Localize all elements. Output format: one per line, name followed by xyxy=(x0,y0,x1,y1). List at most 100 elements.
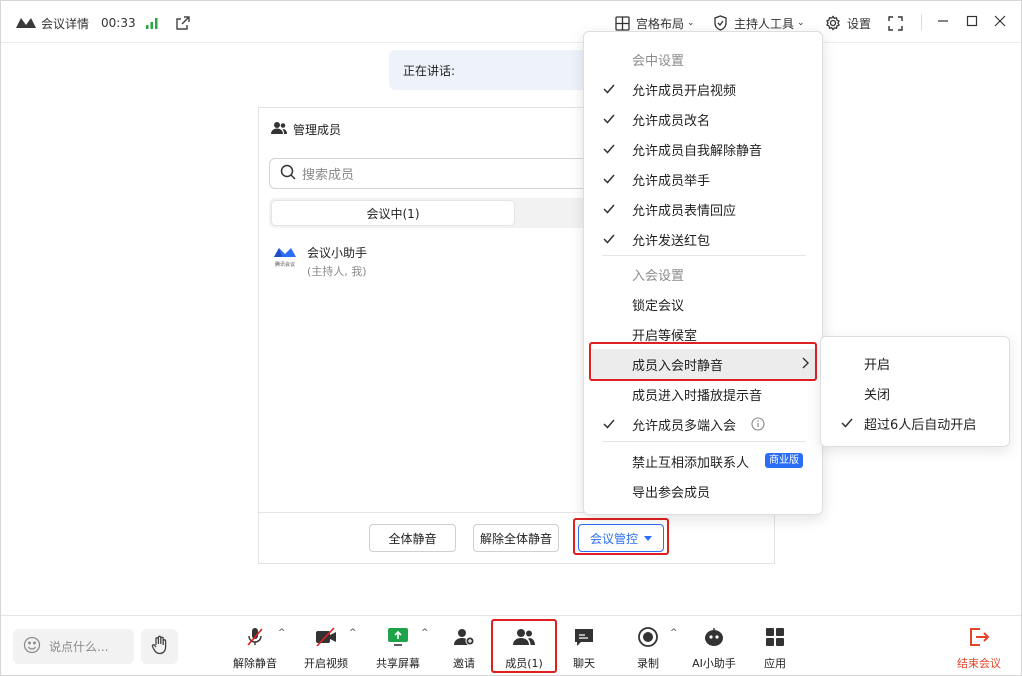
host-tools-button[interactable]: 主持人工具 ⌄ xyxy=(713,13,805,33)
members-label: 成员(1) xyxy=(505,657,543,670)
minimize-icon[interactable] xyxy=(935,13,951,29)
caret-up-icon[interactable]: ^ xyxy=(349,628,357,638)
raise-hand-button[interactable] xyxy=(141,629,178,664)
chat-placeholder: 说点什么... xyxy=(49,640,109,654)
members-icon xyxy=(271,121,287,138)
menu-item-label: 禁止互相添加联系人 xyxy=(632,455,750,471)
meeting-control-menu: 会中设置 允许成员开启视频 允许成员改名 允许成员自我解除静音 允许成员举手 允… xyxy=(583,31,823,515)
search-input[interactable]: 搜索成员 xyxy=(269,158,609,189)
member-role: (主持人, 我) xyxy=(307,265,367,278)
menu-item-allow-video[interactable]: 允许成员开启视频 xyxy=(584,74,822,104)
avatar-logo-text: 腾讯会议 xyxy=(275,261,295,268)
menu-item-allow-raise-hand[interactable]: 允许成员举手 xyxy=(584,164,822,194)
submenu-item-on[interactable]: 开启 xyxy=(821,348,1009,378)
menu-item-label: 开启等候室 xyxy=(632,328,698,344)
grid-layout-label: 宫格布局 xyxy=(636,16,685,31)
menu-item-allow-red-packet[interactable]: 允许发送红包 xyxy=(584,224,822,254)
submenu-item-auto-after-6[interactable]: 超过6人后自动开启 xyxy=(821,408,1009,438)
members-icon xyxy=(512,625,536,649)
invite-button[interactable]: 邀请 xyxy=(434,625,494,671)
end-meeting-button[interactable]: 结束会议 xyxy=(949,625,1009,671)
caret-up-icon[interactable]: ^ xyxy=(278,628,286,638)
menu-item-mute-on-join[interactable]: 成员入会时静音 xyxy=(592,349,816,379)
chat-input[interactable]: 说点什么... xyxy=(13,629,134,664)
tab-in-meeting-label: 会议中(1) xyxy=(366,206,420,221)
menu-item-label: 允许成员表情回应 xyxy=(632,203,737,219)
info-icon[interactable] xyxy=(751,417,765,435)
list-item[interactable]: 腾讯会议 会议小助手 (主持人, 我) xyxy=(273,244,367,279)
menu-item-multi-device[interactable]: 允许成员多端入会 xyxy=(584,409,822,439)
menu-item-label: 允许成员自我解除静音 xyxy=(632,143,763,159)
record-button[interactable]: 录制 xyxy=(618,625,678,671)
host-tools-label: 主持人工具 xyxy=(734,16,795,31)
tab-in-meeting[interactable]: 会议中(1) xyxy=(271,200,515,226)
meeting-window: 会议详情 00:33 宫格布局 ⌄ 主持人工具 ⌄ 设置 正在讲话: 管理成员 … xyxy=(0,0,1022,676)
submenu-item-off[interactable]: 关闭 xyxy=(821,378,1009,408)
end-meeting-label: 结束会议 xyxy=(957,657,1001,670)
exit-icon xyxy=(967,625,991,649)
menu-item-allow-reactions[interactable]: 允许成员表情回应 xyxy=(584,194,822,224)
check-icon xyxy=(841,418,853,428)
menu-section-join: 入会设置 xyxy=(584,259,822,289)
search-placeholder: 搜索成员 xyxy=(302,168,355,183)
share-screen-button[interactable]: 共享屏幕 xyxy=(368,625,428,671)
shield-icon xyxy=(713,15,728,31)
emoji-icon[interactable] xyxy=(23,636,41,657)
member-tabs: 会议中(1) xyxy=(269,198,609,228)
menu-item-export-members[interactable]: 导出参会成员 xyxy=(584,476,822,506)
fullscreen-icon[interactable] xyxy=(888,13,903,33)
settings-label: 设置 xyxy=(847,16,872,31)
menu-item-forbid-contacts[interactable]: 禁止互相添加联系人 商业版 xyxy=(584,446,822,476)
mute-all-button[interactable]: 全体静音 xyxy=(369,524,456,552)
menu-item-waiting-room[interactable]: 开启等候室 xyxy=(584,319,822,349)
menu-item-label: 成员入会时静音 xyxy=(632,358,724,374)
signal-strength-icon xyxy=(145,13,159,33)
members-button[interactable]: 成员(1) xyxy=(494,625,554,671)
menu-item-allow-self-unmute[interactable]: 允许成员自我解除静音 xyxy=(584,134,822,164)
menu-item-label: 导出参会成员 xyxy=(632,485,711,501)
panel-footer: 全体静音 解除全体静音 会议管控 xyxy=(259,512,774,563)
start-video-label: 开启视频 xyxy=(304,657,348,670)
chat-button[interactable]: 聊天 xyxy=(554,625,614,671)
unmute-all-button[interactable]: 解除全体静音 xyxy=(473,524,559,552)
menu-item-lock-meeting[interactable]: 锁定会议 xyxy=(584,289,822,319)
check-icon xyxy=(603,174,615,184)
caret-up-icon[interactable]: ^ xyxy=(421,628,429,638)
check-icon xyxy=(603,234,615,244)
chevron-right-icon xyxy=(802,357,810,373)
gear-icon xyxy=(825,15,841,31)
settings-button[interactable]: 设置 xyxy=(825,13,871,33)
search-icon xyxy=(280,164,296,184)
menu-divider xyxy=(602,441,806,442)
close-icon[interactable] xyxy=(992,13,1008,29)
unmute-button[interactable]: 解除静音 xyxy=(225,625,285,671)
panel-header: 管理成员 xyxy=(271,121,341,138)
caret-up-icon[interactable]: ^ xyxy=(670,628,678,638)
unmute-label: 解除静音 xyxy=(233,657,277,670)
menu-item-allow-rename[interactable]: 允许成员改名 xyxy=(584,104,822,134)
check-icon xyxy=(603,114,615,124)
grid-layout-button[interactable]: 宫格布局 ⌄ xyxy=(615,13,695,33)
menu-section-meeting: 会中设置 xyxy=(584,44,822,74)
ai-assistant-label: AI小助手 xyxy=(692,657,736,670)
submenu-item-label: 开启 xyxy=(864,357,891,373)
check-icon xyxy=(603,84,615,94)
ai-assistant-button[interactable]: AI小助手 xyxy=(684,625,744,671)
panel-title: 管理成员 xyxy=(293,123,342,137)
menu-item-join-sound[interactable]: 成员进入时播放提示音 xyxy=(584,379,822,409)
meeting-timer: 00:33 xyxy=(101,16,136,30)
meeting-control-button[interactable]: 会议管控 xyxy=(578,524,664,552)
maximize-icon[interactable] xyxy=(964,13,980,29)
member-name: 会议小助手 xyxy=(307,246,368,260)
meeting-control-label: 会议管控 xyxy=(589,531,638,546)
menu-item-label: 允许成员改名 xyxy=(632,113,711,129)
submenu-item-label: 超过6人后自动开启 xyxy=(864,417,977,433)
start-video-button[interactable]: 开启视频 xyxy=(296,625,356,671)
meeting-details-button[interactable]: 会议详情 xyxy=(15,13,89,33)
share-link-icon[interactable] xyxy=(175,13,191,33)
grid-layout-icon xyxy=(615,15,630,31)
apps-button[interactable]: 应用 xyxy=(745,625,805,671)
share-screen-icon xyxy=(386,625,410,649)
check-icon xyxy=(603,144,615,154)
submenu-item-label: 关闭 xyxy=(864,387,891,403)
